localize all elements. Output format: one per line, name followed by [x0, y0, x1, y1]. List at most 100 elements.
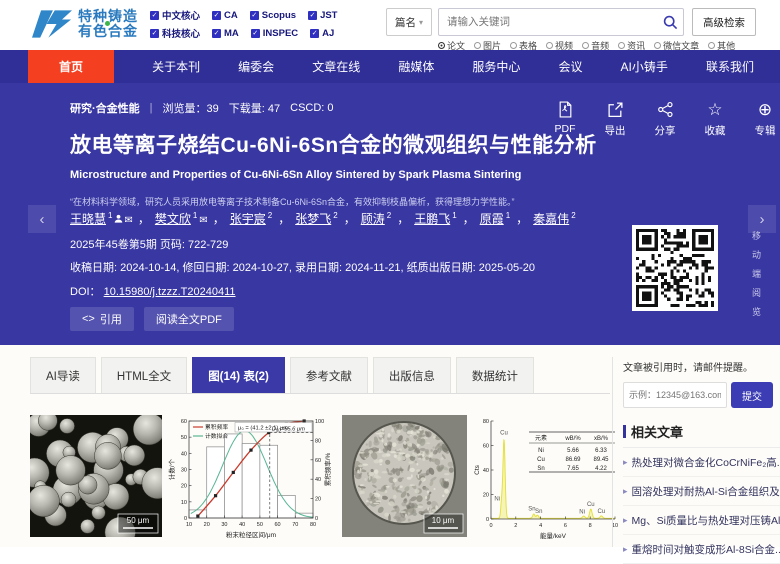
svg-text:Cu: Cu [537, 457, 545, 463]
article-category: 研究·合金性能 [70, 100, 140, 116]
svg-text:6.33: 6.33 [595, 448, 607, 454]
email-field[interactable] [623, 382, 727, 408]
svg-text:10: 10 [186, 522, 192, 528]
search-box [438, 8, 684, 36]
svg-text:20: 20 [315, 497, 321, 503]
author-link[interactable]: 原霞 [480, 212, 504, 226]
search-field-selector[interactable]: 篇名▾ [386, 8, 432, 36]
svg-text:Ni: Ni [579, 509, 585, 515]
svg-text:能量/keV: 能量/keV [540, 531, 567, 540]
submit-button[interactable]: 提交 [731, 382, 773, 408]
nav-item-editorial-board[interactable]: 编委会 [238, 50, 274, 83]
svg-text:5.66: 5.66 [567, 448, 579, 454]
figure-particle-size-histogram[interactable]: 0102030405060020406080100102030405060708… [168, 415, 336, 542]
svg-text:累积频率: 累积频率 [205, 423, 228, 431]
figure-eds-spectrum[interactable]: CuNiSnSnNiCuCu0204060800246810能量/keVCts元… [473, 415, 623, 542]
author-link[interactable]: 王晓慧 [70, 212, 106, 226]
author: 原霞1 [480, 210, 511, 227]
svg-text:Sn: Sn [537, 466, 544, 472]
cscd-count: CSCD: 0 [290, 102, 333, 114]
citation-alert-text: 文章被引用时，请邮件提醒。 [623, 359, 780, 374]
author-link[interactable]: 樊文欣 [155, 212, 191, 226]
checkbox-icon: ✓ [212, 29, 221, 38]
nav-item-home[interactable]: 首页 [28, 50, 114, 83]
nav-item-contact[interactable]: 联系我们 [706, 50, 754, 83]
export-button[interactable]: 导出 [602, 101, 628, 138]
nav-item-ai-assistant[interactable]: AI小铸手 [621, 50, 668, 83]
article-tabs: AI导读 HTML全文 图(14) 表(2) 参考文献 出版信息 数据统计 [30, 357, 610, 394]
tab-publication-info[interactable]: 出版信息 [373, 357, 451, 393]
lower-content: AI导读 HTML全文 图(14) 表(2) 参考文献 出版信息 数据统计 50… [0, 345, 780, 547]
share-button[interactable]: 分享 [652, 101, 678, 138]
author-link[interactable]: 秦嘉伟 [533, 212, 569, 226]
related-article-2[interactable]: ▸固溶处理对耐热Al-Si合金组织及... [623, 477, 780, 506]
read-fulltext-pdf-button[interactable]: 阅读全文PDF [144, 307, 234, 331]
author-separator: ， [138, 210, 150, 227]
svg-text:0: 0 [489, 523, 492, 529]
search-icon[interactable] [657, 15, 683, 30]
carousel-next-button[interactable]: › [748, 205, 776, 233]
advanced-search-button[interactable]: 高级检索 [692, 8, 756, 36]
author: 张宇宸2 [230, 210, 273, 227]
related-article-3[interactable]: ▸Mg、Si质量比与热处理对压铸Al... [623, 506, 780, 535]
svg-text:2: 2 [514, 523, 517, 529]
nav-item-about-journal[interactable]: 关于本刊 [152, 50, 200, 83]
favorite-button[interactable]: ☆ 收藏 [702, 101, 728, 138]
nav-item-service-center[interactable]: 服务中心 [472, 50, 520, 83]
author-link[interactable]: 顾涛 [361, 212, 385, 226]
author-link[interactable]: 张宇宸 [230, 212, 266, 226]
mobile-qr-code [632, 225, 718, 311]
site-header: 特种铸造 有色合金 ✓中文核心 ✓CA ✓Scopus ✓JST ✓科技核心 ✓… [0, 0, 780, 50]
badge-cn-core: ✓中文核心 [150, 8, 200, 22]
related-article-4[interactable]: ▸重熔时间对触变成形Al-8Si合金... [623, 535, 780, 564]
svg-text:计数拟合: 计数拟合 [205, 432, 228, 440]
album-icon: ⊕ [758, 101, 772, 118]
tab-figures-tables[interactable]: 图(14) 表(2) [192, 357, 285, 393]
badge-tech-core: ✓科技核心 [150, 26, 200, 40]
main-nav: 首页 关于本刊 编委会 文章在线 融媒体 服务中心 会议 AI小铸手 联系我们 [0, 50, 780, 83]
author-link[interactable]: 张梦飞 [295, 212, 331, 226]
export-icon [607, 101, 624, 118]
doi-link[interactable]: 10.15980/j.tzzz.T20240411 [104, 286, 236, 298]
pdf-button[interactable]: PDF [552, 101, 578, 138]
checkbox-icon: ✓ [308, 11, 317, 20]
svg-text:10: 10 [181, 500, 187, 506]
svg-text:6: 6 [564, 523, 567, 529]
author-affiliation-sup: 2 [571, 211, 575, 220]
nav-item-media[interactable]: 融媒体 [398, 50, 434, 83]
nav-item-articles-online[interactable]: 文章在线 [312, 50, 360, 83]
svg-text:40: 40 [315, 477, 321, 483]
carousel-prev-button[interactable]: ‹ [28, 205, 56, 233]
svg-text:Cu: Cu [598, 509, 606, 515]
figure-sem-particle[interactable]: 10 μm [342, 415, 467, 537]
author-separator: ， [344, 210, 356, 227]
svg-text:100: 100 [315, 419, 324, 425]
svg-text:70: 70 [292, 522, 298, 528]
related-article-1[interactable]: ▸热处理对微合金化CoCrNiFe₂高... [623, 448, 780, 477]
tab-html-fulltext[interactable]: HTML全文 [101, 357, 187, 393]
journal-logo[interactable]: 特种铸造 有色合金 [32, 7, 138, 41]
nav-item-conference[interactable]: 会议 [558, 50, 582, 83]
checkbox-icon: ✓ [251, 29, 260, 38]
figure-sem-powder[interactable]: 50 μm [30, 415, 162, 537]
tab-statistics[interactable]: 数据统计 [456, 357, 534, 393]
author-link[interactable]: 王鹏飞 [414, 212, 450, 226]
search-area: 篇名▾ 高级检索 [386, 8, 756, 36]
downloads-count: 下载量: 47 [229, 100, 280, 116]
chevron-down-icon: ▾ [419, 18, 423, 27]
citation-alert-form: 提交 [623, 382, 780, 408]
star-icon: ☆ [707, 101, 722, 118]
radio-icon [582, 42, 589, 49]
cite-button[interactable]: <> 引用 [70, 307, 134, 331]
issue-info: 2025年45卷第5期 页码: 722-729 [70, 236, 228, 252]
divider: | [150, 102, 153, 114]
badge-ma: ✓MA [212, 26, 239, 40]
svg-text:xB/%: xB/% [594, 436, 609, 442]
album-button[interactable]: ⊕ 专辑 [752, 101, 778, 138]
tab-references[interactable]: 参考文献 [290, 357, 368, 393]
search-input[interactable] [439, 16, 657, 28]
hero-buttons: <> 引用 阅读全文PDF [70, 307, 234, 331]
badge-aj: ✓AJ [310, 26, 334, 40]
svg-text:20: 20 [181, 484, 187, 490]
tab-ai-guide[interactable]: AI导读 [30, 357, 96, 393]
